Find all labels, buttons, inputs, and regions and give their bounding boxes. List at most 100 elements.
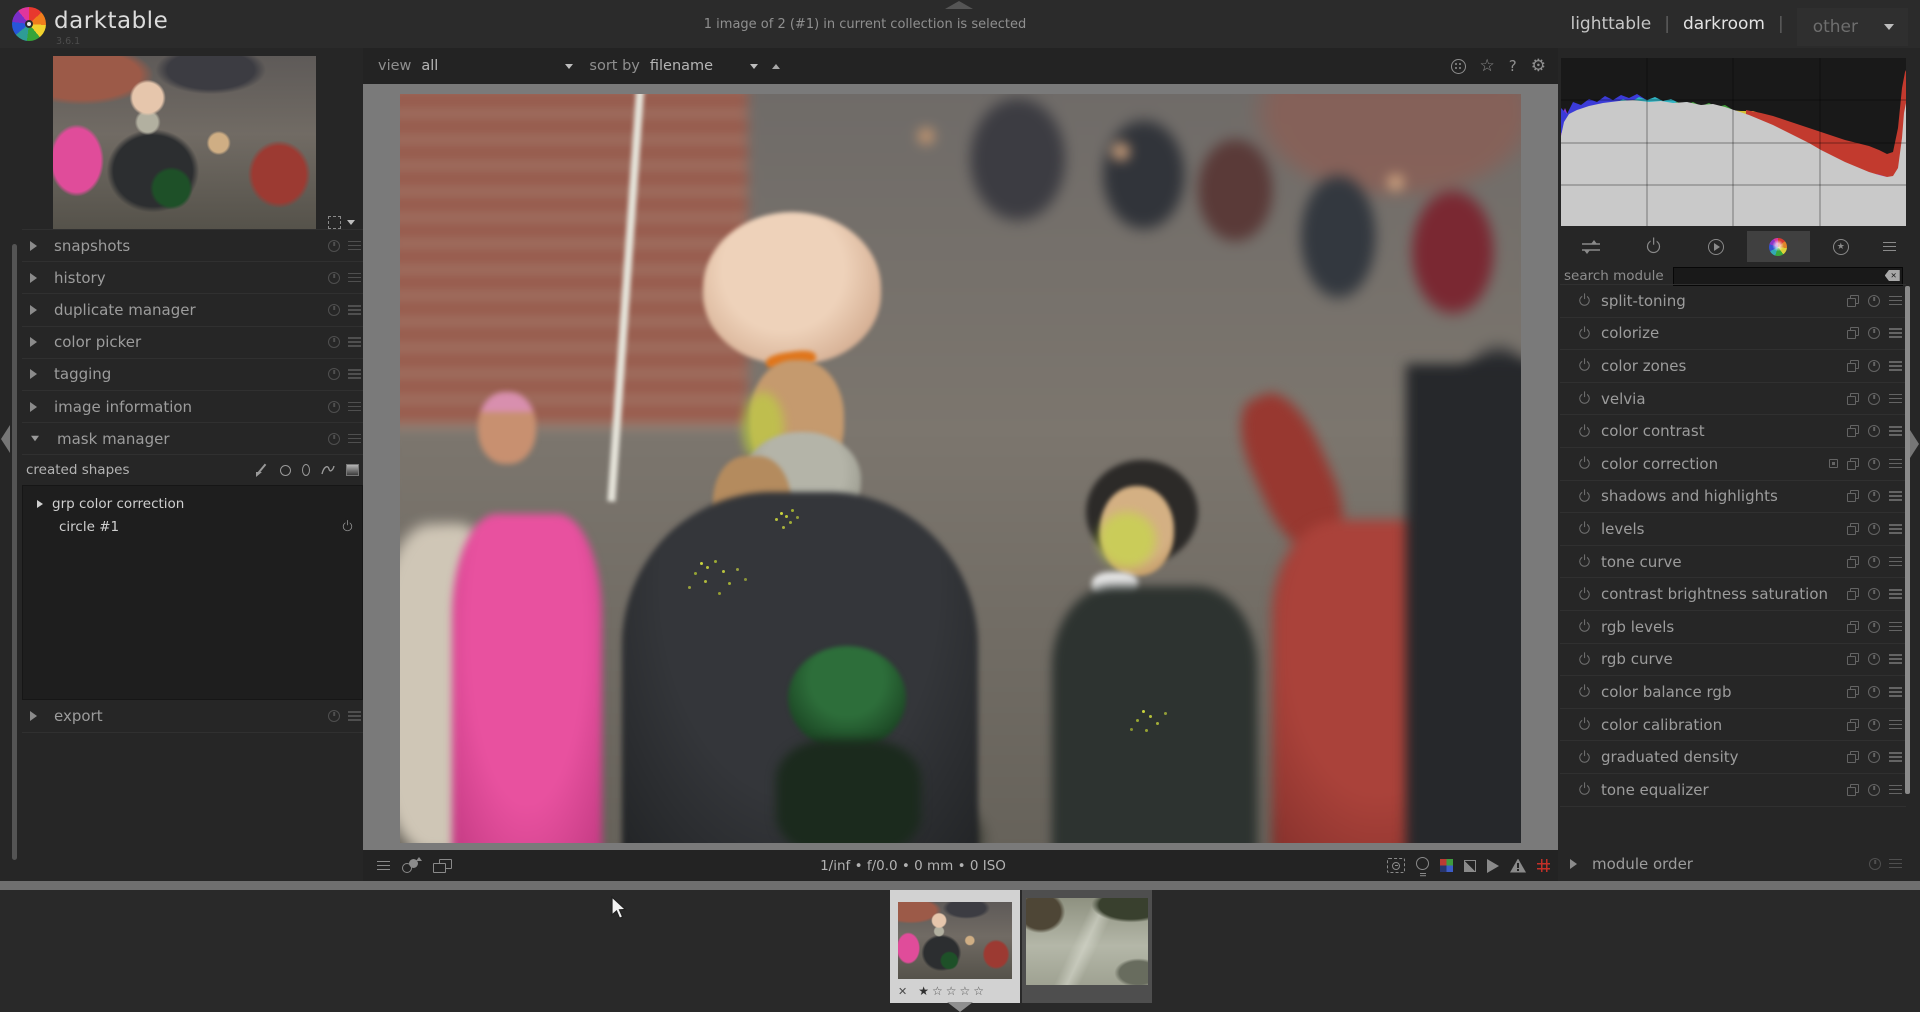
presets-icon[interactable] <box>348 369 361 379</box>
presets-icon[interactable] <box>1889 622 1902 632</box>
module-label[interactable]: color calibration <box>1601 716 1847 734</box>
reset-icon[interactable] <box>328 433 340 445</box>
module-row[interactable]: contrast brightness saturation <box>1560 578 1906 611</box>
instances-icon[interactable] <box>1847 360 1859 372</box>
presets-icon[interactable] <box>1889 394 1902 404</box>
left-panel-collapse-handle[interactable] <box>1 425 10 453</box>
section-label[interactable]: mask manager <box>57 430 328 448</box>
power-icon[interactable] <box>1578 490 1590 502</box>
presets-icon[interactable] <box>1889 459 1902 469</box>
view-darkroom[interactable]: darkroom <box>1683 14 1765 34</box>
module-row[interactable]: tone equalizer <box>1560 774 1906 807</box>
guides-icon[interactable] <box>1537 859 1550 872</box>
thumbnail-image[interactable] <box>898 902 1012 979</box>
top-panel-handle[interactable] <box>945 1 973 9</box>
expand-arrow-icon[interactable] <box>30 337 37 347</box>
module-label[interactable]: colorize <box>1601 324 1847 342</box>
overexposure-icon[interactable] <box>1464 860 1476 872</box>
instances-icon[interactable] <box>1847 653 1859 665</box>
module-label[interactable]: color contrast <box>1601 422 1847 440</box>
mask-group-row[interactable]: grp color correction <box>23 492 362 515</box>
right-scrollbar[interactable] <box>1905 286 1910 794</box>
expand-arrow-icon[interactable] <box>30 241 37 251</box>
grouping-icon[interactable] <box>1451 59 1466 74</box>
power-icon[interactable] <box>1578 621 1590 633</box>
power-icon[interactable] <box>1578 653 1590 665</box>
instances-icon[interactable] <box>1847 327 1859 339</box>
presets-icon[interactable] <box>348 305 361 315</box>
presets-icon[interactable] <box>348 337 361 347</box>
presets-icon[interactable] <box>1889 426 1902 436</box>
module-row[interactable]: colorize <box>1560 318 1906 351</box>
module-label[interactable]: split-toning <box>1601 292 1847 310</box>
filmstrip-thumbnail[interactable] <box>1022 890 1152 1003</box>
power-icon[interactable] <box>1578 588 1590 600</box>
reset-icon[interactable] <box>328 401 340 413</box>
reset-icon[interactable] <box>1868 653 1880 665</box>
left-scrollbar[interactable] <box>12 244 17 860</box>
view-filter-dropdown[interactable]: all <box>421 58 573 74</box>
instances-icon[interactable] <box>1847 556 1859 568</box>
module-row[interactable]: color calibration <box>1560 709 1906 742</box>
instances-icon[interactable] <box>1847 719 1859 731</box>
power-icon[interactable] <box>1578 295 1590 307</box>
module-row[interactable]: graduated density <box>1560 741 1906 774</box>
expand-arrow-icon[interactable] <box>30 711 37 721</box>
reject-icon[interactable]: ✕ <box>898 985 907 998</box>
filmstrip-thumbnail-selected[interactable]: ✕ ★ ☆ ☆ ☆ ☆ <box>890 890 1020 1003</box>
instances-icon[interactable] <box>1847 523 1859 535</box>
star-icon[interactable]: ☆ <box>960 984 971 998</box>
presets-icon[interactable] <box>1889 859 1902 869</box>
expand-arrow-icon[interactable] <box>1570 859 1577 869</box>
star-rating[interactable]: ✕ ★ ☆ ☆ ☆ ☆ <box>898 984 984 998</box>
presets-icon[interactable] <box>1889 296 1902 306</box>
section-mask-manager[interactable]: mask manager <box>22 423 363 455</box>
module-row[interactable]: split-toning <box>1560 285 1906 318</box>
thumbnail-image[interactable] <box>1026 898 1148 985</box>
module-label[interactable]: color correction <box>1601 455 1829 473</box>
power-icon[interactable] <box>1578 360 1590 372</box>
view-lighttable[interactable]: lighttable <box>1570 14 1651 34</box>
instances-icon[interactable] <box>1847 295 1859 307</box>
power-icon[interactable] <box>1578 327 1590 339</box>
reset-icon[interactable] <box>328 240 340 252</box>
reset-icon[interactable] <box>1868 393 1880 405</box>
power-icon[interactable] <box>1578 751 1590 763</box>
module-row[interactable]: velvia <box>1560 383 1906 416</box>
section-label[interactable]: color picker <box>54 333 328 351</box>
tab-active-modules[interactable] <box>1560 231 1622 262</box>
star-icon[interactable]: ☆ <box>932 984 943 998</box>
module-row[interactable]: rgb curve <box>1560 644 1906 677</box>
instances-icon[interactable] <box>1847 490 1859 502</box>
presets-icon[interactable] <box>1889 752 1902 762</box>
star-icon[interactable]: ☆ <box>946 984 957 998</box>
mask-shape-label[interactable]: circle #1 <box>59 519 341 535</box>
presets-icon[interactable] <box>1889 589 1902 599</box>
navigation-thumbnail[interactable] <box>53 56 316 230</box>
path-tool-icon[interactable] <box>321 464 335 476</box>
section-color-picker[interactable]: color picker <box>22 327 363 359</box>
mask-group-label[interactable]: grp color correction <box>52 496 354 512</box>
power-icon[interactable] <box>1578 523 1590 535</box>
ellipse-tool-icon[interactable] <box>302 464 310 476</box>
instances-icon[interactable] <box>1847 588 1859 600</box>
presets-icon[interactable] <box>348 241 361 251</box>
bottom-panel-handle[interactable] <box>947 1002 973 1012</box>
main-image[interactable] <box>400 94 1521 843</box>
reset-icon[interactable] <box>1868 784 1880 796</box>
reset-icon[interactable] <box>328 368 340 380</box>
reset-icon[interactable] <box>1868 295 1880 307</box>
star-icon[interactable]: ★ <box>918 984 929 998</box>
presets-icon[interactable] <box>348 711 361 721</box>
power-icon[interactable] <box>1578 458 1590 470</box>
search-module-input[interactable] <box>1673 267 1903 286</box>
zoom-dropdown-icon[interactable] <box>347 220 355 225</box>
presets-icon[interactable] <box>1889 491 1902 501</box>
tab-correct-group[interactable] <box>1810 231 1872 262</box>
module-row[interactable]: tone curve <box>1560 546 1906 579</box>
presets-icon[interactable] <box>1889 654 1902 664</box>
reset-icon[interactable] <box>328 304 340 316</box>
softproof-icon[interactable] <box>1487 859 1499 873</box>
section-image-information[interactable]: image information <box>22 391 363 423</box>
tab-active-group[interactable] <box>1622 231 1684 262</box>
